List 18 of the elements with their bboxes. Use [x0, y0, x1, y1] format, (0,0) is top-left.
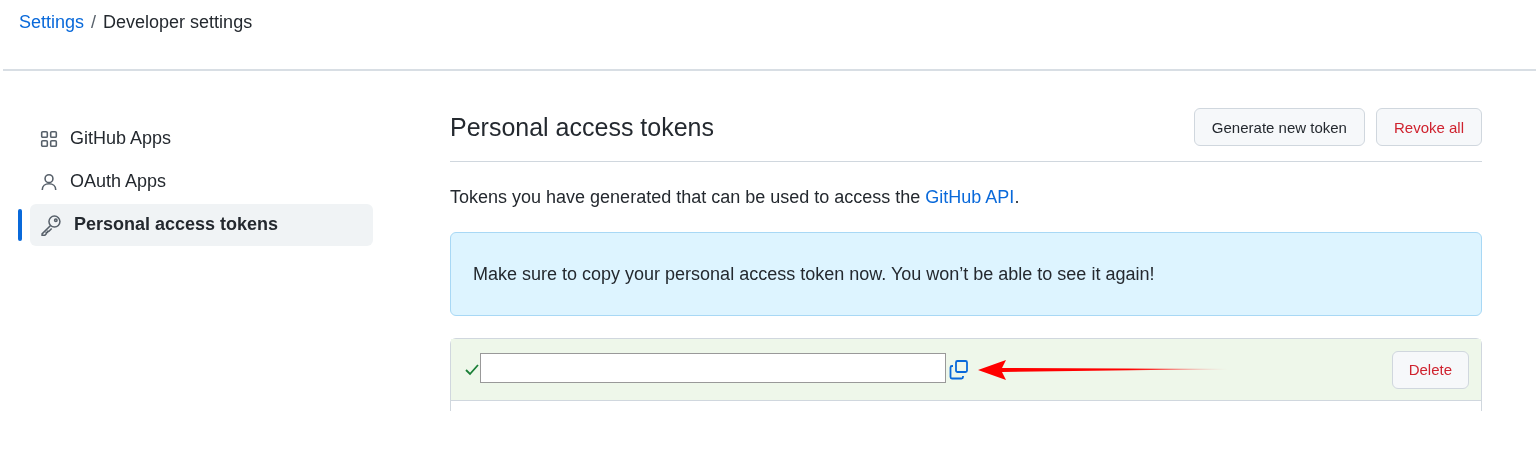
copy-icon[interactable] — [948, 358, 970, 381]
sidebar-item[interactable]: GitHub Apps — [30, 117, 373, 160]
description-text: Tokens you have generated that can be used to access the GitHub API. — [450, 187, 1021, 208]
grid-icon — [40, 129, 58, 148]
person-icon — [40, 172, 58, 191]
sidebar-item[interactable]: OAuth Apps — [30, 160, 373, 203]
generate-token-button[interactable]: Generate new token — [1193, 108, 1365, 146]
delete-button[interactable]: Delete — [1391, 350, 1469, 389]
settings-link[interactable]: Settings — [19, 12, 85, 69]
breadcrumb-separator: / — [91, 12, 97, 34]
key-icon — [40, 213, 62, 236]
github-api-link[interactable]: GitHub API — [925, 187, 1015, 207]
flash-message: Make sure to copy your personal access token now. You won’t be able to see it again! — [450, 232, 1482, 316]
revoke-all-button[interactable]: Revoke all — [1375, 108, 1482, 146]
token-field[interactable] — [480, 353, 946, 383]
page-title: Personal access tokens — [450, 112, 715, 142]
breadcrumb-current: Developer settings — [103, 12, 253, 34]
sidebar-item[interactable]: Personal access tokens — [30, 203, 373, 246]
